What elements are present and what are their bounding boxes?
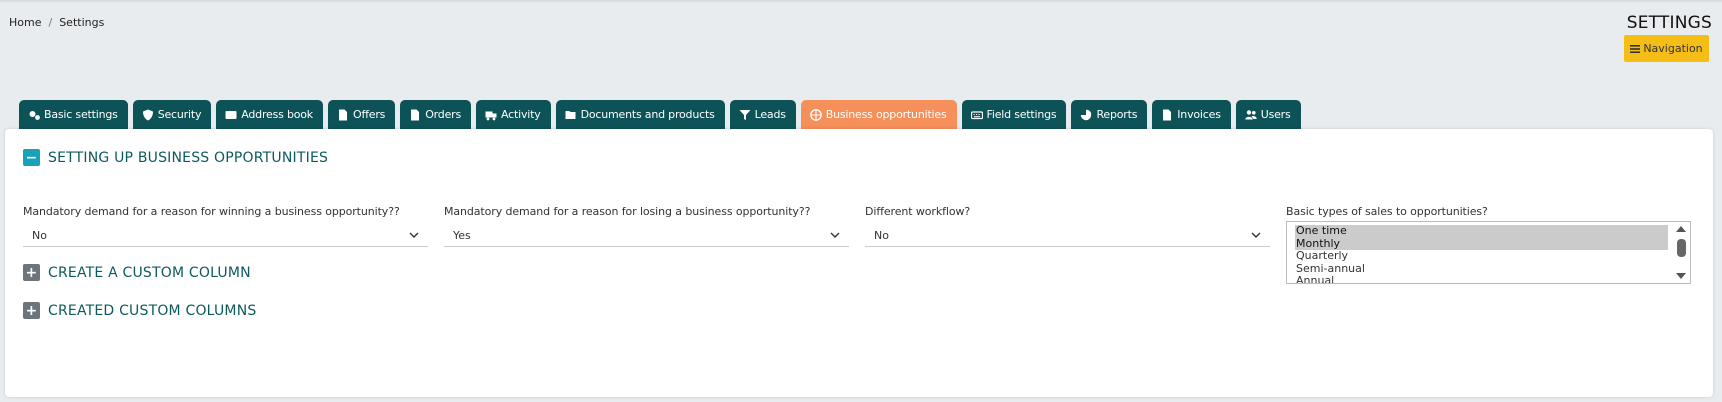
keyboard-icon <box>970 110 983 119</box>
tab-security[interactable]: Security <box>132 100 212 129</box>
tab-users[interactable]: Users <box>1235 100 1301 129</box>
tab-address-book[interactable]: Address book <box>216 100 323 129</box>
scroll-thumb[interactable] <box>1676 239 1686 257</box>
shield-icon <box>142 109 153 120</box>
collapse-icon[interactable]: − <box>23 149 40 166</box>
funnel-dollar-icon <box>739 109 751 120</box>
tab-label: Field settings <box>986 108 1057 121</box>
chart-pie-icon <box>1081 109 1092 120</box>
lose-reason-field: Mandatory demand for a reason for losing… <box>444 205 849 247</box>
tab-business-opportunities[interactable]: Business opportunities <box>800 100 957 129</box>
chevron-down-icon <box>1251 232 1261 238</box>
lose-reason-label: Mandatory demand for a reason for losing… <box>444 205 811 218</box>
win-reason-label: Mandatory demand for a reason for winnin… <box>23 205 400 218</box>
section-setup-title: SETTING UP BUSINESS OPPORTUNITIES <box>48 149 329 166</box>
tab-label: Address book <box>241 108 313 121</box>
win-reason-value: No <box>32 228 47 242</box>
chevron-down-icon <box>830 232 840 238</box>
navigation-label: Navigation <box>1643 42 1703 55</box>
section-created-custom-header[interactable]: + CREATED CUSTOM COLUMNS <box>23 302 256 319</box>
tab-label: Invoices <box>1177 108 1221 121</box>
section-create-custom-header[interactable]: + CREATE A CUSTOM COLUMN <box>23 264 251 281</box>
scroll-down-icon[interactable] <box>1676 273 1686 279</box>
tab-label: Documents and products <box>580 108 715 121</box>
lose-reason-value: Yes <box>453 228 471 242</box>
workflow-select[interactable]: No <box>865 224 1270 247</box>
page-title: SETTINGS <box>1626 13 1712 33</box>
tab-basic-settings[interactable]: Basic settings <box>19 100 128 129</box>
folder-open-icon <box>565 110 576 119</box>
tab-label: Security <box>157 108 202 121</box>
address-card-icon <box>225 110 237 119</box>
tab-label: Business opportunities <box>825 108 947 121</box>
breadcrumb-home[interactable]: Home <box>9 16 41 29</box>
file-icon <box>411 109 420 120</box>
tab-label: Orders <box>425 108 462 121</box>
win-reason-field: Mandatory demand for a reason for winnin… <box>23 205 428 247</box>
chevron-down-icon <box>409 232 419 238</box>
listbox-option[interactable]: Monthly <box>1295 237 1668 250</box>
settings-panel: − SETTING UP BUSINESS OPPORTUNITIES Mand… <box>5 129 1713 397</box>
basketball-icon <box>809 108 822 121</box>
listbox-option[interactable]: Annual <box>1295 274 1668 283</box>
tab-label: Offers <box>352 108 386 121</box>
listbox-option[interactable]: Quarterly <box>1295 249 1668 263</box>
tab-reports[interactable]: Reports <box>1071 100 1148 129</box>
tab-label: Basic settings <box>44 108 118 121</box>
sales-types-label: Basic types of sales to opportunities? <box>1286 205 1488 218</box>
workflow-label: Different workflow? <box>865 205 971 218</box>
file-icon <box>338 109 347 120</box>
tab-label: Activity <box>501 108 541 121</box>
tab-label: Leads <box>754 108 786 121</box>
tab-documents-and-products[interactable]: Documents and products <box>555 100 725 129</box>
tab-field-settings[interactable]: Field settings <box>961 100 1067 129</box>
tab-leads[interactable]: Leads <box>729 100 796 129</box>
section-setup-header[interactable]: − SETTING UP BUSINESS OPPORTUNITIES <box>23 149 328 166</box>
tab-offers[interactable]: Offers <box>327 100 396 129</box>
listbox-scrollbar[interactable] <box>1674 224 1688 281</box>
lose-reason-select[interactable]: Yes <box>444 224 849 247</box>
navigation-button[interactable]: Navigation <box>1624 35 1709 62</box>
top-shadow <box>0 0 1722 4</box>
expand-icon[interactable]: + <box>23 302 40 319</box>
breadcrumb-separator: / <box>48 16 53 29</box>
expand-icon[interactable]: + <box>23 264 40 281</box>
listbox-option[interactable]: Semi-annual <box>1295 262 1668 276</box>
workflow-field: Different workflow? No <box>865 205 1270 247</box>
users-icon <box>1245 109 1257 119</box>
settings-tabs: Basic settings Security Address book Offers… <box>19 100 1301 129</box>
truck-icon <box>485 111 497 120</box>
tab-label: Reports <box>1096 108 1138 121</box>
scroll-up-icon[interactable] <box>1676 226 1686 232</box>
tab-invoices[interactable]: Invoices <box>1152 100 1231 129</box>
breadcrumb-current: Settings <box>59 16 105 29</box>
tab-label: Users <box>1260 108 1291 121</box>
listbox-option[interactable]: One time <box>1295 224 1668 238</box>
bars-icon <box>1630 44 1641 53</box>
tab-orders[interactable]: Orders <box>400 100 472 129</box>
tab-activity[interactable]: Activity <box>476 100 551 129</box>
section-create-custom-title: CREATE A CUSTOM COLUMN <box>48 264 251 281</box>
sales-types-listbox[interactable]: One time Monthly Quarterly Semi-annual Annua… <box>1286 221 1691 284</box>
section-created-custom-title: CREATED CUSTOM COLUMNS <box>48 302 257 319</box>
gears-icon <box>29 110 40 120</box>
workflow-value: No <box>874 228 889 242</box>
win-reason-select[interactable]: No <box>23 224 428 247</box>
file-invoice-icon <box>1163 109 1172 120</box>
breadcrumb: Home / Settings <box>9 16 104 29</box>
